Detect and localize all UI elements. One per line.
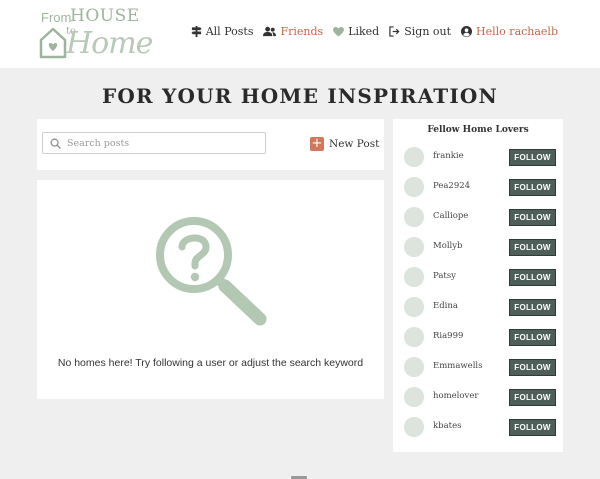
user-row: kbates FOLLOW (404, 417, 556, 439)
avatar[interactable] (404, 357, 424, 377)
follow-button[interactable]: FOLLOW (509, 149, 556, 166)
nav-friends[interactable]: Friends (263, 25, 323, 38)
avatar[interactable] (404, 297, 424, 317)
user-row: Patsy FOLLOW (404, 267, 556, 289)
username[interactable]: Pea2924 (433, 181, 470, 191)
nav-liked-label: Liked (348, 25, 380, 38)
user-row: Pea2924 FOLLOW (404, 177, 556, 199)
avatar[interactable] (404, 387, 424, 407)
default-avatar-icon (404, 267, 424, 287)
search-icon (50, 138, 61, 149)
page-title: FOR YOUR HOME INSPIRATION (101, 84, 499, 108)
user-row: Edina FOLLOW (404, 297, 556, 319)
sign-out-icon (389, 26, 400, 37)
magnifier-question-icon (156, 217, 267, 326)
default-avatar-icon (404, 357, 424, 377)
username[interactable]: Patsy (433, 271, 456, 281)
user-row: Ria999 FOLLOW (404, 327, 556, 349)
new-post-label: New Post (329, 138, 380, 150)
house-heart-icon (39, 27, 67, 59)
default-avatar-icon (404, 207, 424, 227)
user-row: homelover FOLLOW (404, 387, 556, 409)
default-avatar-icon (404, 237, 424, 257)
username[interactable]: frankie (433, 151, 464, 161)
logo-house: HOUSE (70, 6, 140, 26)
default-avatar-icon (404, 387, 424, 407)
username[interactable]: Calliope (433, 211, 468, 221)
username[interactable]: kbates (433, 421, 461, 431)
default-avatar-icon (404, 297, 424, 317)
default-avatar-icon (404, 177, 424, 197)
heart-icon (333, 26, 345, 37)
follow-button[interactable]: FOLLOW (509, 269, 556, 286)
sidebar-title: Fellow Home Lovers (427, 125, 529, 135)
nav-all-posts-label: All Posts (205, 25, 254, 38)
avatar[interactable] (404, 327, 424, 347)
users-icon (263, 26, 277, 37)
user-row: frankie FOLLOW (404, 147, 556, 169)
username[interactable]: Edina (433, 301, 458, 311)
username[interactable]: Emmawells (433, 361, 483, 371)
default-avatar-icon (404, 327, 424, 347)
default-avatar-icon (404, 417, 424, 437)
avatar[interactable] (404, 147, 424, 167)
nav-all-posts[interactable]: All Posts (191, 25, 254, 38)
nav-friends-label: Friends (280, 25, 324, 38)
follow-button[interactable]: FOLLOW (509, 359, 556, 376)
search-input[interactable] (67, 137, 257, 149)
nav-profile-label: Hello rachaelb (476, 25, 558, 38)
user-row: Calliope FOLLOW (404, 207, 556, 229)
follow-button[interactable]: FOLLOW (509, 209, 556, 226)
avatar[interactable] (404, 267, 424, 287)
signpost-icon (191, 26, 202, 37)
follow-button[interactable]: FOLLOW (509, 329, 556, 346)
nav-liked[interactable]: Liked (333, 25, 379, 38)
search-box[interactable] (42, 132, 266, 154)
new-post-button[interactable]: + New Post (310, 137, 379, 151)
user-circle-icon (461, 26, 473, 37)
empty-state-message: No homes here! Try following a user or a… (57, 357, 364, 369)
fellow-users-sidebar: Fellow Home Lovers frankie FOLLOW Pea292… (393, 119, 563, 452)
logo-home: Home (66, 26, 153, 61)
user-row: Mollyb FOLLOW (404, 237, 556, 259)
site-logo[interactable]: From HOUSE to Home (38, 6, 163, 62)
empty-state-card: No homes here! Try following a user or a… (37, 180, 384, 399)
logo-from: From (41, 10, 72, 25)
avatar[interactable] (404, 237, 424, 257)
nav-profile[interactable]: Hello rachaelb (461, 25, 558, 38)
follow-button[interactable]: FOLLOW (509, 239, 556, 256)
username[interactable]: Mollyb (433, 241, 463, 251)
plus-icon: + (310, 136, 324, 151)
avatar[interactable] (404, 177, 424, 197)
search-card: + New Post (37, 119, 384, 170)
follow-button[interactable]: FOLLOW (509, 179, 556, 196)
nav-sign-out[interactable]: Sign out (389, 25, 451, 38)
default-avatar-icon (404, 147, 424, 167)
nav-sign-out-label: Sign out (404, 25, 452, 38)
user-row: Emmawells FOLLOW (404, 357, 556, 379)
follow-button[interactable]: FOLLOW (509, 299, 556, 316)
avatar[interactable] (404, 417, 424, 437)
main-nav: All Posts Friends Liked Sign out Hello r… (191, 25, 558, 38)
follow-button[interactable]: FOLLOW (509, 389, 556, 406)
username[interactable]: homelover (433, 391, 478, 401)
navbar: From HOUSE to Home All Posts Friends Lik… (0, 0, 600, 68)
follow-button[interactable]: FOLLOW (509, 419, 556, 436)
username[interactable]: Ria999 (433, 331, 463, 341)
avatar[interactable] (404, 207, 424, 227)
